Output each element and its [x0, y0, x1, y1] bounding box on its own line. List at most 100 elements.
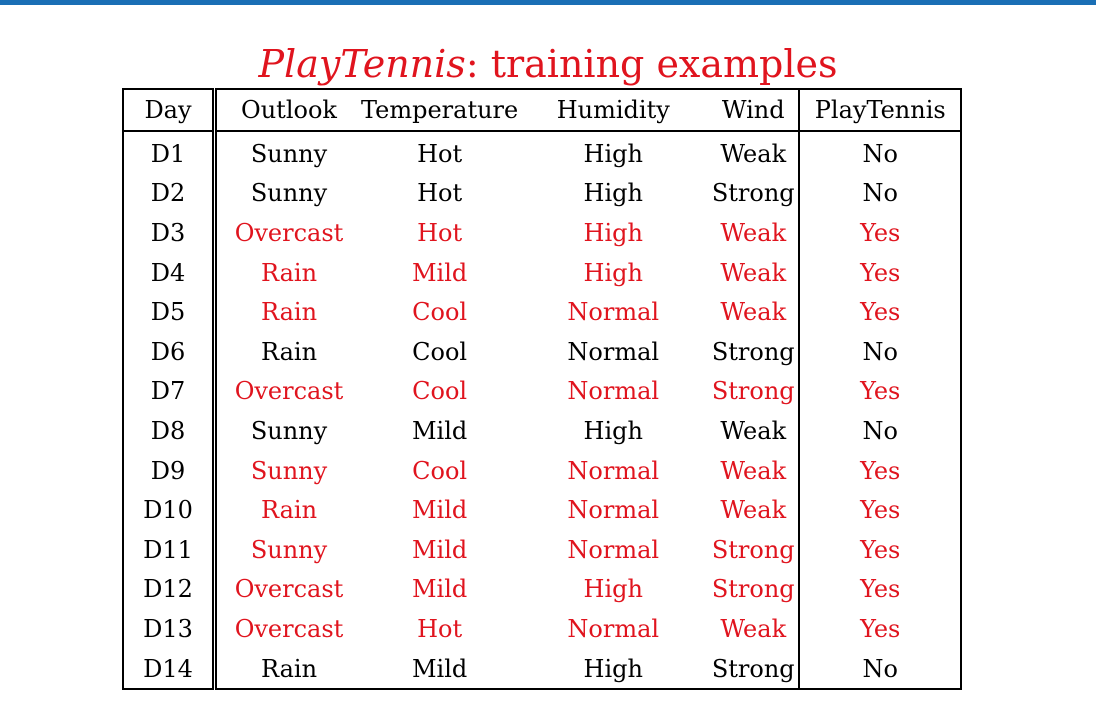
- header-outlook: Outlook: [214, 89, 361, 132]
- table-row: D14 Rain Mild High Strong No: [123, 648, 962, 690]
- table-row: D13 Overcast Hot Normal Weak Yes: [123, 609, 962, 649]
- cell-outlook: Sunny: [250, 139, 328, 168]
- cell-day: D12: [123, 569, 217, 610]
- header-playtennis: PlayTennis: [798, 89, 962, 132]
- cell-day: D13: [123, 609, 217, 649]
- table-body: D1 Sunny Hot High Weak No D2 Sunny Hot High Strong…: [123, 131, 962, 690]
- top-accent-rule: [0, 0, 1096, 5]
- cell-temperature: Hot: [417, 614, 463, 643]
- cell-temperature: Cool: [412, 337, 468, 366]
- cell-playtennis: Yes: [798, 450, 962, 491]
- cell-humidity: High: [583, 258, 643, 287]
- cell-playtennis: Yes: [798, 609, 962, 649]
- cell-day: D10: [123, 490, 217, 530]
- cell-humidity: High: [583, 139, 643, 168]
- title-italic: PlayTennis: [258, 42, 466, 86]
- cell-humidity: Normal: [567, 614, 660, 643]
- cell-wind: Strong: [711, 535, 795, 564]
- cell-temperature: Hot: [417, 139, 463, 168]
- table-header-row: Day Outlook Temperature Humidity Wind Pl…: [123, 89, 962, 132]
- table-row: D8 Sunny Mild High Weak No: [123, 411, 962, 451]
- cell-playtennis: Yes: [798, 213, 962, 253]
- cell-playtennis: Yes: [798, 490, 962, 530]
- cell-temperature: Mild: [411, 535, 468, 564]
- cell-outlook: Sunny: [250, 456, 328, 485]
- cell-outlook: Rain: [260, 298, 318, 327]
- cell-wind: Weak: [720, 456, 787, 485]
- cell-temperature: Mild: [411, 416, 468, 445]
- cell-wind: Weak: [720, 416, 787, 445]
- cell-playtennis: Yes: [798, 371, 962, 412]
- cell-day: D2: [123, 173, 217, 214]
- cell-temperature: Hot: [417, 179, 463, 208]
- cell-day: D14: [123, 648, 217, 690]
- cell-wind: Weak: [720, 298, 787, 327]
- table-row: D5 Rain Cool Normal Weak Yes: [123, 292, 962, 332]
- cell-day: D8: [123, 411, 217, 451]
- cell-playtennis: Yes: [798, 292, 962, 332]
- table-row: D12 Overcast Mild High Strong Yes: [123, 569, 962, 610]
- cell-wind: Strong: [711, 654, 795, 683]
- cell-temperature: Cool: [412, 456, 468, 485]
- cell-playtennis: No: [798, 131, 962, 174]
- cell-wind: Strong: [711, 575, 795, 604]
- cell-temperature: Mild: [411, 258, 468, 287]
- table-row: D11 Sunny Mild Normal Strong Yes: [123, 529, 962, 570]
- table-row: D6 Rain Cool Normal Strong No: [123, 331, 962, 372]
- cell-outlook: Overcast: [234, 377, 344, 406]
- cell-outlook: Overcast: [234, 575, 344, 604]
- table-row: D2 Sunny Hot High Strong No: [123, 173, 962, 214]
- cell-humidity: High: [583, 654, 643, 683]
- cell-day: D4: [123, 252, 217, 293]
- cell-humidity: High: [583, 575, 643, 604]
- header-wind: Wind: [708, 89, 800, 132]
- cell-outlook: Overcast: [234, 614, 344, 643]
- cell-wind: Weak: [720, 258, 787, 287]
- cell-humidity: High: [583, 416, 643, 445]
- cell-outlook: Sunny: [250, 179, 328, 208]
- cell-wind: Strong: [711, 179, 795, 208]
- table-row: D3 Overcast Hot High Weak Yes: [123, 213, 962, 253]
- cell-humidity: Normal: [567, 337, 660, 366]
- cell-temperature: Mild: [411, 654, 468, 683]
- cell-playtennis: No: [798, 173, 962, 214]
- cell-playtennis: Yes: [798, 569, 962, 610]
- title-rest: : training examples: [465, 42, 838, 86]
- cell-temperature: Cool: [412, 298, 468, 327]
- cell-humidity: Normal: [567, 535, 660, 564]
- cell-wind: Strong: [711, 337, 795, 366]
- slide-title: PlayTennis: training examples: [0, 40, 1096, 88]
- table-row: D9 Sunny Cool Normal Weak Yes: [123, 450, 962, 491]
- cell-temperature: Mild: [411, 496, 468, 525]
- cell-temperature: Hot: [417, 218, 463, 247]
- cell-humidity: Normal: [567, 298, 660, 327]
- cell-outlook: Rain: [260, 258, 318, 287]
- table-row: D10 Rain Mild Normal Weak Yes: [123, 490, 962, 530]
- cell-humidity: Normal: [567, 456, 660, 485]
- table-row: D4 Rain Mild High Weak Yes: [123, 252, 962, 293]
- cell-temperature: Mild: [411, 575, 468, 604]
- cell-wind: Weak: [720, 496, 787, 525]
- cell-playtennis: Yes: [798, 252, 962, 293]
- cell-temperature: Cool: [412, 377, 468, 406]
- cell-playtennis: Yes: [798, 529, 962, 570]
- training-examples-table: Day Outlook Temperature Humidity Wind Pl…: [122, 88, 963, 691]
- cell-wind: Weak: [720, 614, 787, 643]
- cell-wind: Strong: [711, 377, 795, 406]
- table-row: D7 Overcast Cool Normal Strong Yes: [123, 371, 962, 412]
- cell-day: D7: [123, 371, 217, 412]
- cell-day: D9: [123, 450, 217, 491]
- cell-outlook: Sunny: [250, 535, 328, 564]
- cell-outlook: Sunny: [250, 416, 328, 445]
- cell-outlook: Overcast: [234, 218, 344, 247]
- cell-humidity: Normal: [567, 496, 660, 525]
- cell-playtennis: No: [798, 648, 962, 690]
- cell-day: D3: [123, 213, 217, 253]
- cell-day: D5: [123, 292, 217, 332]
- header-temperature: Temperature: [361, 89, 519, 132]
- cell-outlook: Rain: [260, 654, 318, 683]
- cell-wind: Weak: [720, 218, 787, 247]
- cell-outlook: Rain: [260, 337, 318, 366]
- header-humidity: Humidity: [518, 89, 709, 132]
- cell-playtennis: No: [798, 331, 962, 372]
